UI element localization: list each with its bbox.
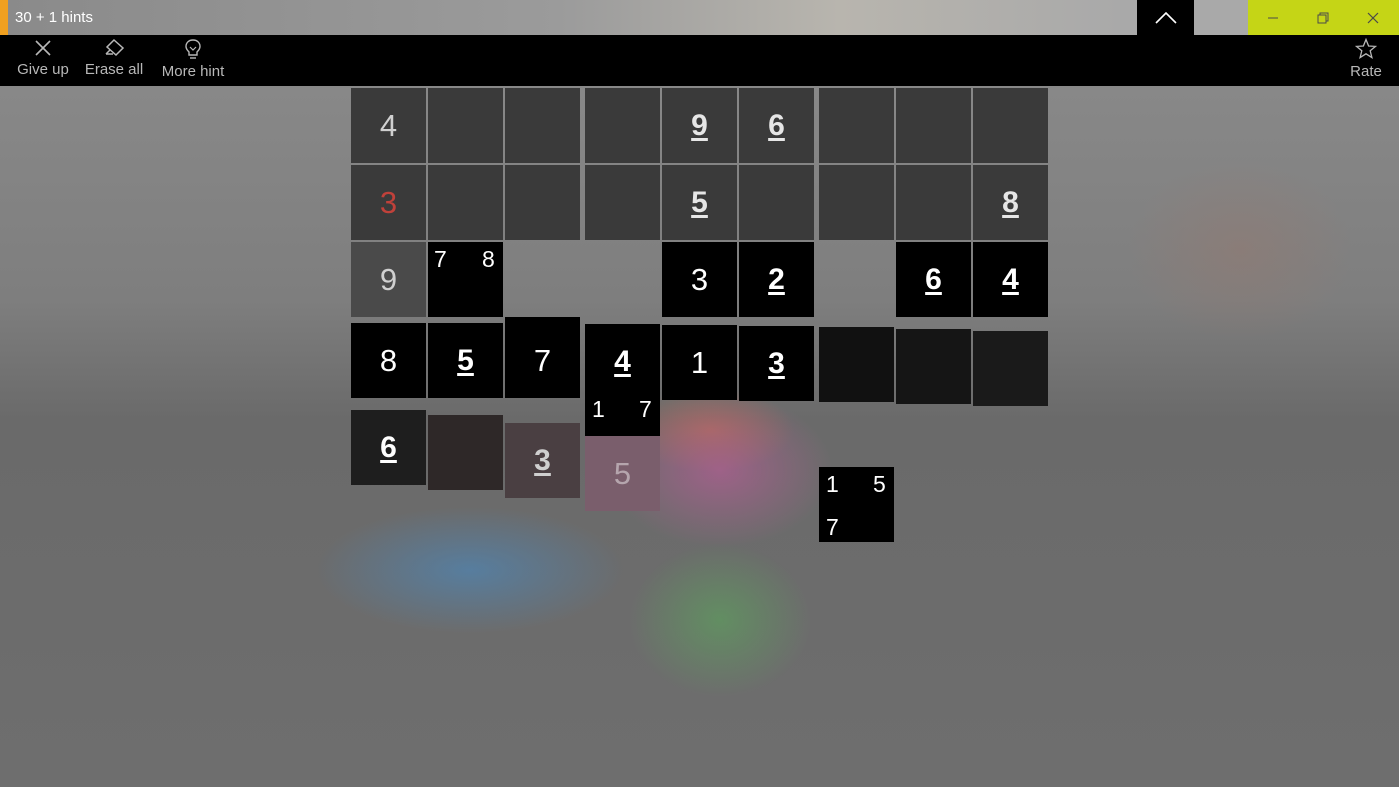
cell-r4c8[interactable]: [896, 329, 971, 404]
cell-r2c6[interactable]: [739, 165, 814, 240]
cell-r5c1[interactable]: 6: [351, 410, 426, 485]
rate-button[interactable]: Rate: [1346, 38, 1386, 84]
cell-r1c4[interactable]: [585, 88, 660, 163]
note-digit: 7: [434, 246, 447, 272]
cell-r3c7[interactable]: 1 5 7: [819, 467, 894, 542]
minimize-button[interactable]: [1248, 0, 1298, 35]
cell-r4c9[interactable]: [973, 331, 1048, 406]
restore-icon: [1317, 12, 1329, 23]
give-up-button[interactable]: Give up: [12, 38, 74, 84]
cell-r2c9[interactable]: 8: [973, 165, 1048, 240]
window-controls: [1248, 0, 1399, 35]
cell-r1c1[interactable]: 4: [351, 88, 426, 163]
eraser-icon: [105, 38, 125, 57]
x-icon: [35, 40, 51, 56]
note-digit: 8: [482, 246, 495, 272]
cell-r4c2[interactable]: 5: [428, 323, 503, 398]
cell-r4c6[interactable]: 3: [739, 326, 814, 401]
cell-r3c9[interactable]: 4: [973, 242, 1048, 317]
cell-r1c9[interactable]: [973, 88, 1048, 163]
cell-r1c6[interactable]: 6: [739, 88, 814, 163]
cell-r3c8[interactable]: 6: [896, 242, 971, 317]
cell-r4c5[interactable]: 1: [662, 325, 737, 400]
lightbulb-icon: [185, 39, 201, 59]
cell-r4c4[interactable]: 4: [585, 324, 660, 399]
cell-r2c4[interactable]: [585, 165, 660, 240]
give-up-label: Give up: [17, 61, 69, 78]
cell-r2c5[interactable]: 5: [662, 165, 737, 240]
chevron-up-icon: [1154, 11, 1177, 24]
collapse-button[interactable]: [1137, 0, 1194, 35]
cell-r4c7[interactable]: [819, 327, 894, 402]
close-icon: [1367, 12, 1379, 23]
cell-r2c8[interactable]: [896, 165, 971, 240]
cell-r3c6[interactable]: 2: [739, 242, 814, 317]
erase-all-button[interactable]: Erase all: [82, 38, 146, 84]
window-title: 30 + 1 hints: [15, 9, 93, 26]
cell-r3c5[interactable]: 3: [662, 242, 737, 317]
note-digit: 1: [826, 471, 839, 497]
minimize-icon: [1268, 17, 1278, 18]
cell-r2c7[interactable]: [819, 165, 894, 240]
cell-r2c2[interactable]: [428, 165, 503, 240]
cell-r5c3[interactable]: 3: [505, 423, 580, 498]
cell-r5c4[interactable]: 5: [585, 436, 660, 511]
rate-label: Rate: [1350, 63, 1382, 80]
cell-r5c2[interactable]: [428, 415, 503, 490]
cell-r1c5[interactable]: 9: [662, 88, 737, 163]
more-hint-label: More hint: [161, 63, 225, 80]
cell-r3c1[interactable]: 9: [351, 242, 426, 317]
close-button[interactable]: [1348, 0, 1398, 35]
title-accent-strip: [0, 0, 8, 35]
cell-r4c3[interactable]: 7: [505, 323, 580, 398]
erase-all-label: Erase all: [84, 61, 144, 78]
cell-r1c8[interactable]: [896, 88, 971, 163]
cell-r4c1[interactable]: 8: [351, 323, 426, 398]
cell-r1c3[interactable]: [505, 88, 580, 163]
restore-button[interactable]: [1298, 0, 1348, 35]
cell-r1c2[interactable]: [428, 88, 503, 163]
cell-r1c7[interactable]: [819, 88, 894, 163]
cell-r2c3[interactable]: [505, 165, 580, 240]
note-digit: 5: [873, 471, 886, 497]
command-bar: Give up Erase all More hint Rate: [0, 35, 1399, 86]
star-icon: [1355, 38, 1377, 60]
note-digit: 7: [826, 514, 839, 540]
title-bar: 30 + 1 hints: [0, 0, 1399, 35]
cell-r3c2[interactable]: 7 8: [428, 242, 503, 317]
note-digit: 7: [639, 396, 652, 422]
note-digit: 1: [592, 396, 605, 422]
more-hint-button[interactable]: More hint: [156, 38, 230, 84]
cell-r2c1[interactable]: 3: [351, 165, 426, 240]
